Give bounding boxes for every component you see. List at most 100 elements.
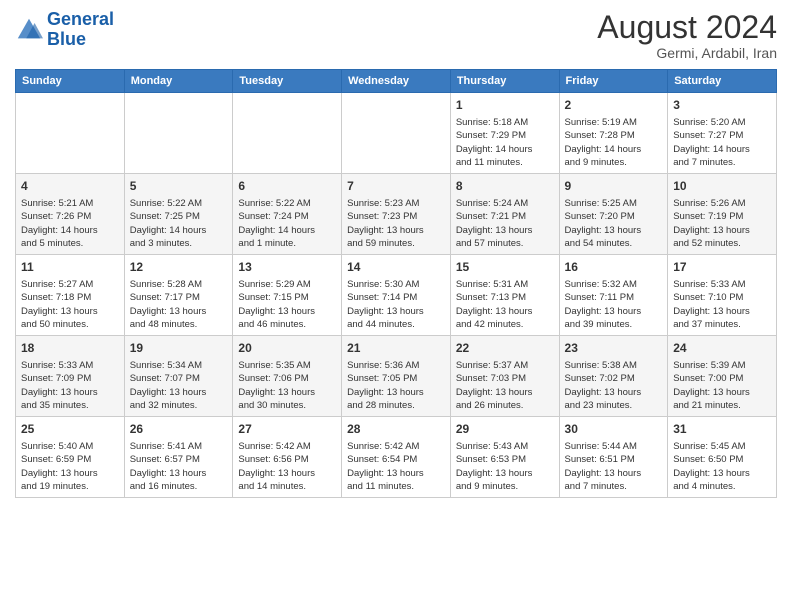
day-info-line: Sunrise: 5:37 AM — [456, 359, 554, 372]
weekday-header-friday: Friday — [559, 70, 668, 93]
day-info-line: and 7 minutes. — [673, 156, 771, 169]
day-number: 19 — [130, 340, 228, 357]
day-cell-11: 11Sunrise: 5:27 AMSunset: 7:18 PMDayligh… — [16, 255, 125, 336]
day-number: 1 — [456, 97, 554, 114]
day-info-line: Sunrise: 5:33 AM — [21, 359, 119, 372]
day-info-line: Sunset: 7:06 PM — [238, 372, 336, 385]
day-info-line: Sunrise: 5:28 AM — [130, 278, 228, 291]
day-info-line: Daylight: 13 hours — [347, 467, 445, 480]
title-block: August 2024 Germi, Ardabil, Iran — [597, 10, 777, 61]
day-number: 28 — [347, 421, 445, 438]
day-number: 4 — [21, 178, 119, 195]
day-info-line: and 3 minutes. — [130, 237, 228, 250]
week-row-5: 25Sunrise: 5:40 AMSunset: 6:59 PMDayligh… — [16, 417, 777, 498]
day-info-line: Sunrise: 5:31 AM — [456, 278, 554, 291]
day-cell-7: 7Sunrise: 5:23 AMSunset: 7:23 PMDaylight… — [342, 174, 451, 255]
day-cell-27: 27Sunrise: 5:42 AMSunset: 6:56 PMDayligh… — [233, 417, 342, 498]
day-number: 2 — [565, 97, 663, 114]
day-info-line: Sunset: 7:00 PM — [673, 372, 771, 385]
day-cell-9: 9Sunrise: 5:25 AMSunset: 7:20 PMDaylight… — [559, 174, 668, 255]
week-row-1: 1Sunrise: 5:18 AMSunset: 7:29 PMDaylight… — [16, 93, 777, 174]
day-info-line: Sunrise: 5:19 AM — [565, 116, 663, 129]
weekday-header-saturday: Saturday — [668, 70, 777, 93]
day-info-line: Sunrise: 5:20 AM — [673, 116, 771, 129]
day-info-line: Sunset: 7:15 PM — [238, 291, 336, 304]
day-cell-17: 17Sunrise: 5:33 AMSunset: 7:10 PMDayligh… — [668, 255, 777, 336]
day-info-line: and 26 minutes. — [456, 399, 554, 412]
day-info-line: Daylight: 13 hours — [673, 467, 771, 480]
day-info-line: Sunset: 7:21 PM — [456, 210, 554, 223]
weekday-header-wednesday: Wednesday — [342, 70, 451, 93]
weekday-header-tuesday: Tuesday — [233, 70, 342, 93]
day-info-line: Sunrise: 5:44 AM — [565, 440, 663, 453]
day-info-line: Sunrise: 5:41 AM — [130, 440, 228, 453]
day-cell-26: 26Sunrise: 5:41 AMSunset: 6:57 PMDayligh… — [124, 417, 233, 498]
day-info-line: Sunrise: 5:33 AM — [673, 278, 771, 291]
day-info-line: Sunset: 7:13 PM — [456, 291, 554, 304]
day-info-line: Sunrise: 5:26 AM — [673, 197, 771, 210]
day-number: 20 — [238, 340, 336, 357]
day-cell-21: 21Sunrise: 5:36 AMSunset: 7:05 PMDayligh… — [342, 336, 451, 417]
day-number: 15 — [456, 259, 554, 276]
day-info-line: Sunrise: 5:45 AM — [673, 440, 771, 453]
day-info-line: Sunset: 7:05 PM — [347, 372, 445, 385]
day-info-line: Daylight: 13 hours — [565, 467, 663, 480]
day-cell-18: 18Sunrise: 5:33 AMSunset: 7:09 PMDayligh… — [16, 336, 125, 417]
day-info-line: Daylight: 14 hours — [456, 143, 554, 156]
day-info-line: and 1 minute. — [238, 237, 336, 250]
day-number: 25 — [21, 421, 119, 438]
day-info-line: and 30 minutes. — [238, 399, 336, 412]
day-info-line: and 9 minutes. — [565, 156, 663, 169]
week-row-4: 18Sunrise: 5:33 AMSunset: 7:09 PMDayligh… — [16, 336, 777, 417]
day-info-line: Daylight: 13 hours — [456, 467, 554, 480]
weekday-header-monday: Monday — [124, 70, 233, 93]
day-number: 30 — [565, 421, 663, 438]
day-info-line: Daylight: 13 hours — [238, 386, 336, 399]
day-info-line: Daylight: 13 hours — [456, 305, 554, 318]
day-info-line: Daylight: 13 hours — [673, 305, 771, 318]
day-cell-31: 31Sunrise: 5:45 AMSunset: 6:50 PMDayligh… — [668, 417, 777, 498]
day-number: 9 — [565, 178, 663, 195]
day-info-line: Sunset: 7:09 PM — [21, 372, 119, 385]
day-info-line: Sunrise: 5:22 AM — [238, 197, 336, 210]
day-info-line: Daylight: 13 hours — [21, 386, 119, 399]
day-info-line: and 28 minutes. — [347, 399, 445, 412]
day-cell-19: 19Sunrise: 5:34 AMSunset: 7:07 PMDayligh… — [124, 336, 233, 417]
day-info-line: Daylight: 13 hours — [347, 386, 445, 399]
day-info-line: and 19 minutes. — [21, 480, 119, 493]
day-info-line: and 11 minutes. — [347, 480, 445, 493]
day-info-line: Sunset: 7:07 PM — [130, 372, 228, 385]
day-info-line: Daylight: 13 hours — [21, 467, 119, 480]
empty-cell — [124, 93, 233, 174]
page: General Blue August 2024 Germi, Ardabil,… — [0, 0, 792, 508]
day-info-line: Sunrise: 5:25 AM — [565, 197, 663, 210]
day-info-line: Sunset: 6:56 PM — [238, 453, 336, 466]
day-number: 3 — [673, 97, 771, 114]
logo: General Blue — [15, 10, 114, 50]
day-info-line: Daylight: 13 hours — [130, 467, 228, 480]
day-number: 12 — [130, 259, 228, 276]
day-info-line: Sunset: 6:59 PM — [21, 453, 119, 466]
day-cell-25: 25Sunrise: 5:40 AMSunset: 6:59 PMDayligh… — [16, 417, 125, 498]
day-info-line: Sunset: 7:23 PM — [347, 210, 445, 223]
day-cell-6: 6Sunrise: 5:22 AMSunset: 7:24 PMDaylight… — [233, 174, 342, 255]
day-info-line: and 32 minutes. — [130, 399, 228, 412]
month-title: August 2024 — [597, 10, 777, 45]
day-info-line: and 35 minutes. — [21, 399, 119, 412]
day-info-line: Daylight: 14 hours — [130, 224, 228, 237]
day-info-line: Sunset: 7:14 PM — [347, 291, 445, 304]
day-info-line: and 7 minutes. — [565, 480, 663, 493]
day-info-line: Sunrise: 5:30 AM — [347, 278, 445, 291]
day-info-line: Sunrise: 5:21 AM — [21, 197, 119, 210]
weekday-header-thursday: Thursday — [450, 70, 559, 93]
header: General Blue August 2024 Germi, Ardabil,… — [15, 10, 777, 61]
day-info-line: Daylight: 13 hours — [673, 386, 771, 399]
day-number: 22 — [456, 340, 554, 357]
day-info-line: Sunrise: 5:43 AM — [456, 440, 554, 453]
day-info-line: Daylight: 13 hours — [347, 224, 445, 237]
day-cell-4: 4Sunrise: 5:21 AMSunset: 7:26 PMDaylight… — [16, 174, 125, 255]
day-number: 5 — [130, 178, 228, 195]
day-info-line: Sunrise: 5:24 AM — [456, 197, 554, 210]
day-info-line: and 48 minutes. — [130, 318, 228, 331]
day-info-line: Sunrise: 5:23 AM — [347, 197, 445, 210]
